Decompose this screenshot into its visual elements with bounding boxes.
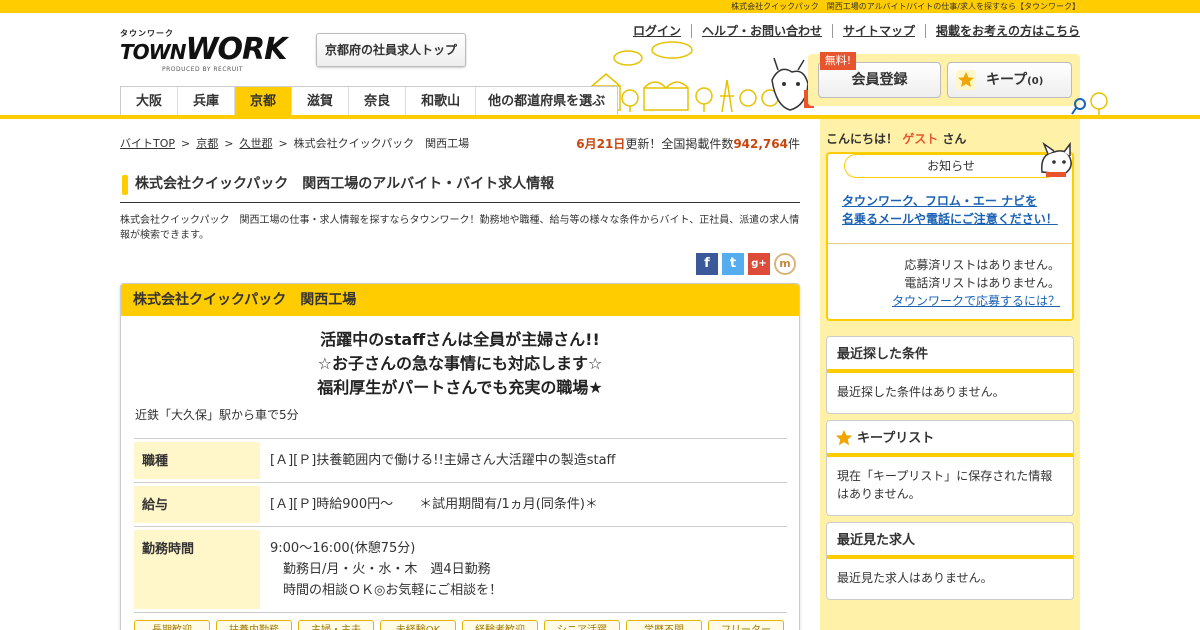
how-to-apply-link[interactable]: タウンワークで応募するには？ <box>892 292 1060 310</box>
free-badge: 無料! <box>820 52 856 70</box>
job-tag: フリーター <box>708 620 784 630</box>
job-catchcopy: 活躍中のstaffさんは全員が主婦さん!! ☆お子さんの急な事情にも対応します☆… <box>317 330 603 397</box>
keep-list-body: 現在「キープリスト」に保存された情報はありません。 <box>837 469 1053 501</box>
help-link[interactable]: ヘルプ・お問い合わせ <box>690 24 832 38</box>
tab-osaka[interactable]: 大阪 <box>121 87 179 116</box>
job-row-salary: 給与 [Ａ][Ｐ]時給900円～ ＊試用期間有/1ヵ月(同条件)＊ <box>134 483 787 527</box>
update-info: 6月21日更新！全国掲載件数942,764件 <box>576 137 800 151</box>
job-row-type: 職種 [Ａ][Ｐ]扶養範囲内で働ける!!主婦さん大活躍中の製造staff <box>134 439 787 483</box>
job-card: 株式会社クイックパック 関西工場 活躍中のstaffさんは全員が主婦さん!! ☆… <box>120 283 800 630</box>
update-date: 6月21日 <box>576 137 626 151</box>
keep-list-title: キープリスト <box>827 421 1073 457</box>
townwork-logo[interactable]: タウンワーク TOWNWORK PRODUCED BY RECRUIT <box>120 28 295 74</box>
job-tag: 学歴不問 <box>626 620 702 630</box>
social-share-buttons: f t g+ m <box>696 253 796 275</box>
breadcrumb-kyoto[interactable]: 京都 <box>196 137 218 150</box>
job-tag: 経験者歓迎 <box>462 620 538 630</box>
recent-jobs-box: 最近見た求人 最近見た求人はありません。 <box>826 522 1074 600</box>
keep-count: (0) <box>1027 76 1044 87</box>
site-tagline: 株式会社クイックパック 関西工場のアルバイト/バイトの仕事/求人を探すなら【タウ… <box>731 2 1080 11</box>
logo-word: TOWNWORK <box>120 32 287 67</box>
breadcrumb-kuze-gun[interactable]: 久世郡 <box>239 137 272 150</box>
google-plus-icon[interactable]: g+ <box>748 253 770 275</box>
keep-list-box: キープリスト 現在「キープリスト」に保存された情報はありません。 <box>826 420 1074 516</box>
pref-top-button[interactable]: 京都府の社員求人トップ <box>316 33 466 67</box>
tab-nara[interactable]: 奈良 <box>349 87 407 116</box>
login-link[interactable]: ログイン <box>623 24 691 38</box>
facebook-icon[interactable]: f <box>696 253 718 275</box>
recent-jobs-title: 最近見た求人 <box>827 523 1073 559</box>
recent-conditions-box: 最近探した条件 最近探した条件はありません。 <box>826 336 1074 414</box>
page-description: 株式会社クイックパック 関西工場の仕事・求人情報を探すならタウンワーク！勤務地や… <box>120 215 800 241</box>
guest-name: ゲスト <box>902 132 939 146</box>
breadcrumb-baito-top[interactable]: バイトTOP <box>120 137 175 150</box>
job-tag: シニア活躍 <box>544 620 620 630</box>
job-details-table: 職種 [Ａ][Ｐ]扶養範囲内で働ける!!主婦さん大活躍中の製造staff 給与 … <box>134 438 787 613</box>
town-scenery-illustration <box>591 41 814 113</box>
breadcrumb-current: 株式会社クイックパック 関西工場 <box>293 137 470 150</box>
tab-hyogo[interactable]: 兵庫 <box>178 87 236 116</box>
tab-other-prefectures[interactable]: 他の都道府県を選ぶ <box>476 87 617 116</box>
recent-conditions-title: 最近探した条件 <box>827 337 1073 373</box>
fraud-warning-link[interactable]: タウンワーク、フロム・エー ナビを 名乗るメールや電話にご注意ください！ <box>828 178 1072 244</box>
total-listing-count: 942,764 <box>733 137 788 151</box>
dog-mascot-icon <box>1041 142 1072 177</box>
recent-jobs-body: 最近見た求人はありません。 <box>837 571 993 585</box>
job-tag: 扶養内勤務 <box>216 620 292 630</box>
tab-wakayama[interactable]: 和歌山 <box>406 87 477 116</box>
advertise-link[interactable]: 掲載をお考えの方はこちら <box>924 24 1080 38</box>
keep-button[interactable]: キープ(0) <box>947 62 1072 98</box>
top-bar: 株式会社クイックパック 関西工場のアルバイト/バイトの仕事/求人を探すなら【タウ… <box>0 0 1200 13</box>
tab-shiga[interactable]: 滋賀 <box>292 87 350 116</box>
job-row-hours: 勤務時間 9:00～16:00(休憩75分) 勤務日/月・火・水・木 週4日勤務… <box>134 527 787 613</box>
greeting: こんにちは！ ゲスト さん <box>826 132 967 146</box>
applied-list-status: 応募済リストはありません。 <box>904 258 1060 272</box>
header-links: ログイン ヘルプ・お問い合わせ サイトマップ 掲載をお考えの方はこちら <box>623 24 1080 38</box>
keep-label: キープ <box>986 72 1028 88</box>
mixi-icon[interactable]: m <box>774 253 796 275</box>
job-tag: 長期歓迎 <box>134 620 210 630</box>
star-icon <box>956 70 976 90</box>
job-company-name[interactable]: 株式会社クイックパック 関西工場 <box>121 284 799 316</box>
breadcrumb: バイトTOP > 京都 > 久世郡 > 株式会社クイックパック 関西工場 <box>120 137 470 150</box>
search-mascot-icon <box>1071 92 1108 117</box>
page-title: 株式会社クイックパック 関西工場のアルバイト・バイト求人情報 <box>120 172 800 203</box>
job-tags: 長期歓迎 扶養内勤務 主婦・主夫 未経験OK 経験者歓迎 シニア活躍 学歴不問 … <box>134 620 784 630</box>
prefecture-tabs: 大阪 兵庫 京都 滋賀 奈良 和歌山 他の都道府県を選ぶ <box>120 86 619 116</box>
application-status: 応募済リストはありません。 電話済リストはありません。 タウンワークで応募するに… <box>892 256 1060 310</box>
tab-kyoto[interactable]: 京都 <box>235 87 293 116</box>
sitemap-link[interactable]: サイトマップ <box>831 24 925 38</box>
logo-produced-by: PRODUCED BY RECRUIT <box>162 66 244 73</box>
star-icon <box>835 429 853 446</box>
job-access: 近鉄「大久保」駅から車で5分 <box>135 408 299 422</box>
recent-conditions-body: 最近探した条件はありません。 <box>837 385 1005 399</box>
job-tag: 主婦・主夫 <box>298 620 374 630</box>
twitter-icon[interactable]: t <box>722 253 744 275</box>
notice-title: お知らせ <box>844 154 1058 178</box>
phone-list-status: 電話済リストはありません。 <box>904 276 1060 290</box>
job-tag: 未経験OK <box>380 620 456 630</box>
